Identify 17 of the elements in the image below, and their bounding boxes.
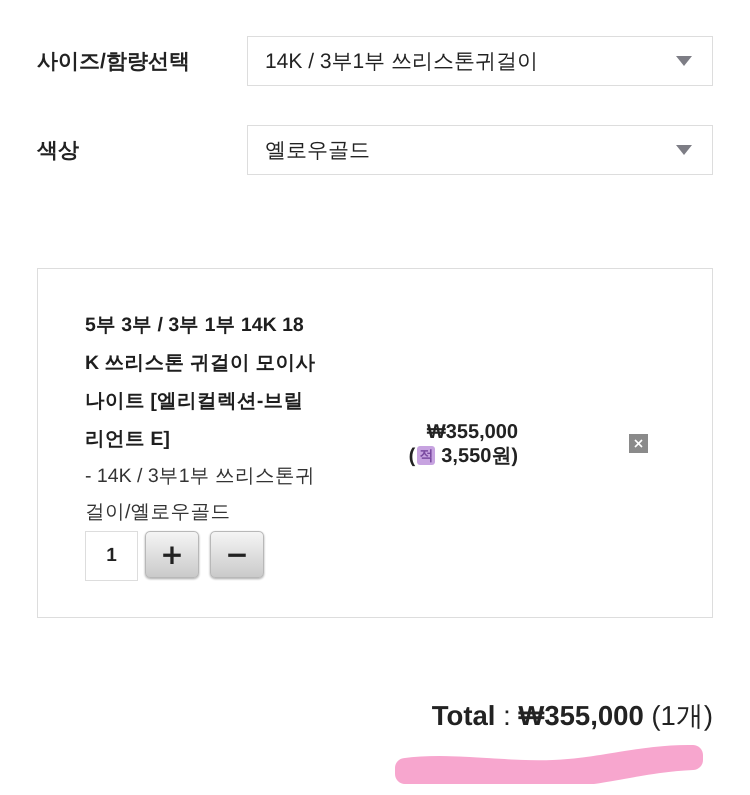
- option-dropdown[interactable]: 14K / 3부1부 쓰리스톤귀걸이: [247, 36, 713, 86]
- caret-icon: [676, 56, 692, 66]
- points-text: 3,550원): [441, 444, 518, 468]
- reward-points-label: 적: [417, 446, 436, 465]
- increase-button[interactable]: +: [145, 531, 199, 578]
- product-name: 5부 3부 / 3부 1부 14K 18K 쓰리스톤 귀걸이 모이사나이트 [엘리컬렉션-브릴리언트 E]: [85, 313, 316, 452]
- caret-icon: [676, 145, 692, 155]
- total-text: Total : ₩355,000 (1개): [432, 699, 713, 733]
- option-label: 색상: [37, 138, 80, 164]
- points-bracket: (: [408, 444, 416, 468]
- option-label: 사이즈/함량선택: [37, 49, 191, 75]
- close-icon[interactable]: [629, 434, 648, 453]
- decrease-button[interactable]: −: [210, 531, 264, 578]
- price-text: ₩355,000: [426, 420, 518, 444]
- option-dropdown[interactable]: 옐로우골드: [247, 125, 713, 175]
- quantity-input[interactable]: 1: [85, 531, 138, 581]
- product-option-text: - 14K / 3부1부 쓰리스톤귀걸이/옐로우골드: [85, 464, 316, 525]
